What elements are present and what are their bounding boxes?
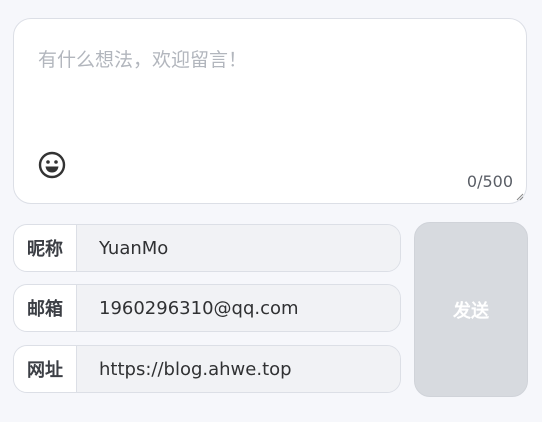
nickname-input[interactable] [77, 225, 400, 271]
send-button[interactable]: 发送 [414, 222, 528, 397]
website-input[interactable] [77, 346, 400, 392]
nickname-label: 昵称 [14, 225, 77, 271]
email-input[interactable] [77, 285, 400, 331]
character-counter: 0/500 [466, 172, 513, 191]
comment-box: 0/500 [13, 18, 527, 204]
comment-form: 0/500 昵称 邮箱 网址 发送 [0, 0, 542, 422]
nickname-field: 昵称 [13, 224, 401, 272]
website-label: 网址 [14, 346, 77, 392]
email-field: 邮箱 [13, 284, 401, 332]
email-label: 邮箱 [14, 285, 77, 331]
resize-grip-icon[interactable] [516, 193, 524, 201]
website-field: 网址 [13, 345, 401, 393]
comment-textarea[interactable] [14, 19, 526, 203]
smiley-face-icon[interactable] [38, 151, 66, 179]
